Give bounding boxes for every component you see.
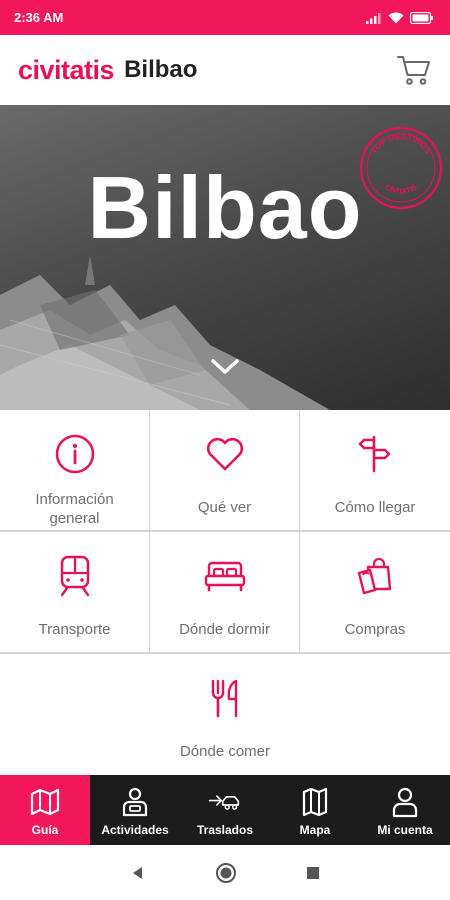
guide-person-icon <box>118 786 152 818</box>
back-icon[interactable] <box>129 864 147 882</box>
nav-label: Guía <box>31 823 59 837</box>
tile-label: Transporte <box>38 621 111 638</box>
top-destinos-stamp: TOP DESTINOS CIVITATIS <box>359 126 443 210</box>
tile-donde-dormir[interactable]: Dónde dormir <box>150 532 299 652</box>
nav-traslados[interactable]: Traslados <box>180 775 270 845</box>
tile-label: Qué ver <box>197 499 252 516</box>
chevron-down-icon[interactable] <box>207 355 243 379</box>
nav-label: Mi cuenta <box>377 823 433 837</box>
tile-informacion-general[interactable]: Información general <box>0 410 149 530</box>
tile-label: Cómo llegar <box>334 499 416 516</box>
city-title: Bilbao <box>124 56 198 83</box>
tile-compras[interactable]: Compras <box>300 532 450 652</box>
category-grid: Información general Qué ver Cómo llegar <box>0 410 450 775</box>
status-bar: 2:36 AM <box>0 0 450 35</box>
tile-que-ver[interactable]: Qué ver <box>150 410 299 530</box>
hero-banner: Bilbao TOP DESTINOS CIVITATIS <box>0 105 450 410</box>
nav-label: Actividades <box>101 823 169 837</box>
bottom-nav: Guía Actividades Traslados Mapa Mi cuent… <box>0 775 450 845</box>
tile-donde-comer[interactable]: Dónde comer <box>0 654 450 775</box>
civitatis-logo[interactable]: civitatis <box>18 55 115 86</box>
cart-button[interactable] <box>394 50 434 90</box>
info-icon <box>53 432 97 476</box>
tile-label: Dónde dormir <box>179 621 270 638</box>
train-icon <box>53 554 97 598</box>
app-header: civitatis Bilbao <box>0 35 450 105</box>
tile-label: Compras <box>344 621 406 638</box>
tile-label: Dónde comer <box>179 743 271 760</box>
nav-label: Mapa <box>299 823 331 837</box>
nav-guia[interactable]: Guía <box>0 775 90 845</box>
tile-transporte[interactable]: Transporte <box>0 532 149 652</box>
nav-label: Traslados <box>196 823 254 837</box>
stamp-bottom-text: CIVITATIS <box>383 182 418 196</box>
map-icon <box>28 786 62 818</box>
signal-icon <box>366 12 381 24</box>
bed-icon <box>203 554 247 598</box>
tile-label: Información general <box>35 491 114 527</box>
account-icon <box>388 786 422 818</box>
status-time: 2:36 AM <box>14 10 64 25</box>
signpost-icon <box>353 432 397 476</box>
home-icon[interactable] <box>215 862 237 884</box>
nav-mi-cuenta[interactable]: Mi cuenta <box>360 775 450 845</box>
battery-icon <box>410 11 433 24</box>
system-nav-bar <box>0 845 450 900</box>
shopping-bags-icon <box>353 554 397 598</box>
folded-map-icon <box>298 786 332 818</box>
status-icons <box>366 11 434 24</box>
nav-mapa[interactable]: Mapa <box>270 775 360 845</box>
nav-actividades[interactable]: Actividades <box>90 775 180 845</box>
cart-icon <box>397 56 430 85</box>
heart-icon <box>203 432 247 476</box>
recents-icon[interactable] <box>305 865 321 881</box>
car-transfer-icon <box>208 786 242 818</box>
tile-como-llegar[interactable]: Cómo llegar <box>300 410 450 530</box>
fork-knife-icon <box>203 676 247 720</box>
wifi-icon <box>388 12 404 23</box>
svg-text:CIVITATIS: CIVITATIS <box>383 182 418 196</box>
